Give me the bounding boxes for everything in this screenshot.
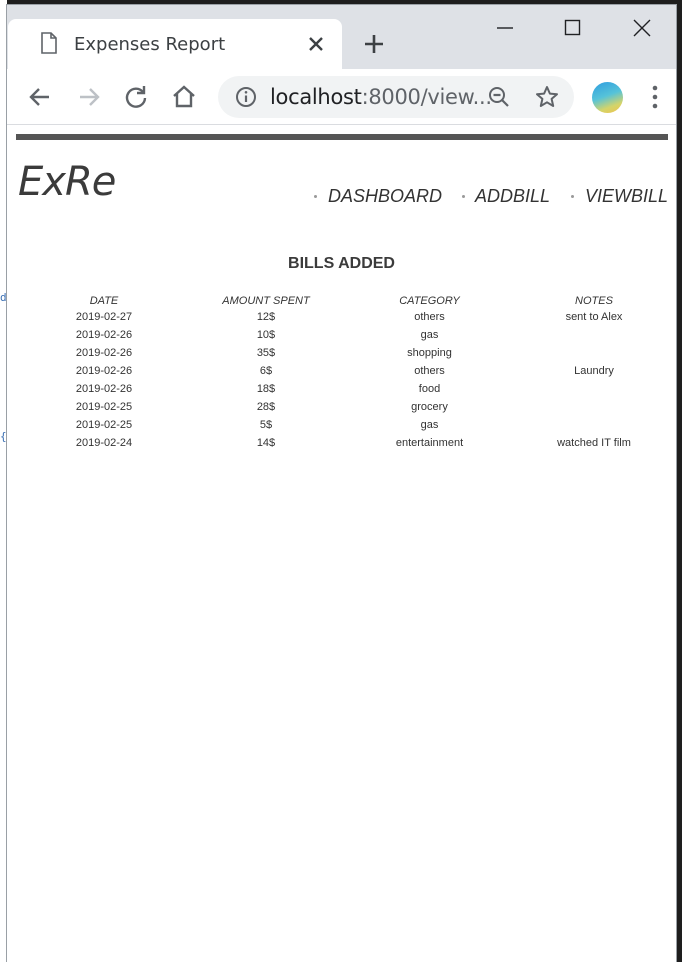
profile-avatar[interactable]: [592, 82, 623, 113]
cell-date: 2019-02-25: [75, 419, 133, 431]
table-row: 2019-02-26 35$ shopping: [23, 344, 676, 362]
table-row: 2019-02-27 12$ others sent to Alex: [23, 308, 676, 326]
nav-viewbill[interactable]: VIEWBILL: [585, 186, 668, 207]
table-row: 2019-02-25 5$ gas: [23, 416, 676, 434]
minimize-icon[interactable]: [494, 17, 516, 39]
nav-addbill[interactable]: ADDBILL: [475, 186, 550, 207]
cell-category: gas: [420, 329, 439, 341]
new-tab-icon[interactable]: [363, 33, 385, 55]
nav-bullet: [571, 195, 574, 198]
reload-icon[interactable]: [123, 84, 149, 110]
info-icon[interactable]: [235, 86, 257, 108]
table-row: 2019-02-26 6$ others Laundry: [23, 362, 676, 380]
tab-strip: Expenses Report: [7, 5, 676, 69]
nav-bullet: [314, 195, 317, 198]
cell-notes: Laundry: [574, 365, 614, 377]
cell-category: gas: [420, 419, 439, 431]
back-icon[interactable]: [27, 84, 53, 110]
bills-table: DATE AMOUNT SPENT CATEGORY NOTES 2019-02…: [23, 293, 676, 452]
header-bar: [16, 134, 668, 140]
column-header-notes: NOTES: [575, 294, 613, 307]
close-tab-icon[interactable]: [307, 35, 325, 53]
column-header-date: DATE: [89, 294, 119, 307]
zoom-out-icon[interactable]: [487, 85, 511, 109]
cell-category: entertainment: [395, 437, 464, 449]
cell-date: 2019-02-26: [75, 329, 133, 341]
cell-amount: 14$: [256, 437, 276, 449]
nav-dashboard[interactable]: DASHBOARD: [328, 186, 442, 207]
cell-date: 2019-02-27: [75, 311, 133, 323]
site-nav: DASHBOARD ADDBILL VIEWBILL: [7, 186, 676, 212]
window-close-icon[interactable]: [631, 17, 653, 39]
cell-amount: 18$: [256, 383, 276, 395]
url-host: localhost: [270, 85, 362, 109]
column-header-amount: AMOUNT SPENT: [222, 294, 310, 307]
url-text[interactable]: localhost:8000/view...: [270, 85, 492, 109]
cell-category: shopping: [407, 347, 452, 359]
cell-notes: [512, 398, 676, 416]
nav-bullet: [462, 195, 465, 198]
table-header-row: DATE AMOUNT SPENT CATEGORY NOTES: [23, 293, 676, 308]
cell-notes: [512, 416, 676, 434]
home-icon[interactable]: [171, 84, 197, 110]
cell-notes: [512, 326, 676, 344]
bookmark-star-icon[interactable]: [534, 84, 560, 110]
document-icon: [41, 32, 57, 54]
table-row: 2019-02-25 28$ grocery: [23, 398, 676, 416]
cell-notes: watched IT film: [557, 437, 631, 449]
maximize-icon[interactable]: [562, 17, 584, 39]
cell-date: 2019-02-24: [75, 437, 133, 449]
cell-amount: 12$: [256, 311, 276, 323]
cell-category: grocery: [411, 401, 448, 413]
table-row: 2019-02-26 10$ gas: [23, 326, 676, 344]
table-row: 2019-02-24 14$ entertainment watched IT …: [23, 434, 676, 452]
cell-notes: [512, 344, 676, 362]
cell-amount: 28$: [256, 401, 276, 413]
cell-amount: 5$: [259, 419, 273, 431]
browser-window: Expenses Report localhost:8000/view... E…: [6, 4, 677, 962]
cell-category: others: [414, 365, 445, 377]
cell-amount: 6$: [259, 365, 273, 377]
page-content: ExRe DASHBOARD ADDBILL VIEWBILL BILLS AD…: [7, 126, 676, 962]
page-title: BILLS ADDED: [288, 255, 395, 272]
url-path: :8000/view...: [361, 85, 492, 109]
cell-notes: sent to Alex: [565, 311, 623, 323]
forward-icon[interactable]: [76, 84, 102, 110]
cell-date: 2019-02-26: [75, 383, 133, 395]
table-row: 2019-02-26 18$ food: [23, 380, 676, 398]
cell-date: 2019-02-25: [75, 401, 133, 413]
cell-amount: 35$: [256, 347, 276, 359]
browser-toolbar: localhost:8000/view...: [7, 69, 676, 125]
cell-category: food: [418, 383, 441, 395]
menu-dots-icon[interactable]: [647, 84, 663, 110]
cell-notes: [512, 380, 676, 398]
cell-amount: 10$: [256, 329, 276, 341]
address-bar[interactable]: localhost:8000/view...: [218, 76, 574, 118]
tab-title: Expenses Report: [74, 34, 226, 55]
cell-category: others: [414, 311, 445, 323]
cell-date: 2019-02-26: [75, 365, 133, 377]
cell-date: 2019-02-26: [75, 347, 133, 359]
browser-tab[interactable]: Expenses Report: [8, 19, 342, 69]
column-header-category: CATEGORY: [399, 294, 460, 307]
